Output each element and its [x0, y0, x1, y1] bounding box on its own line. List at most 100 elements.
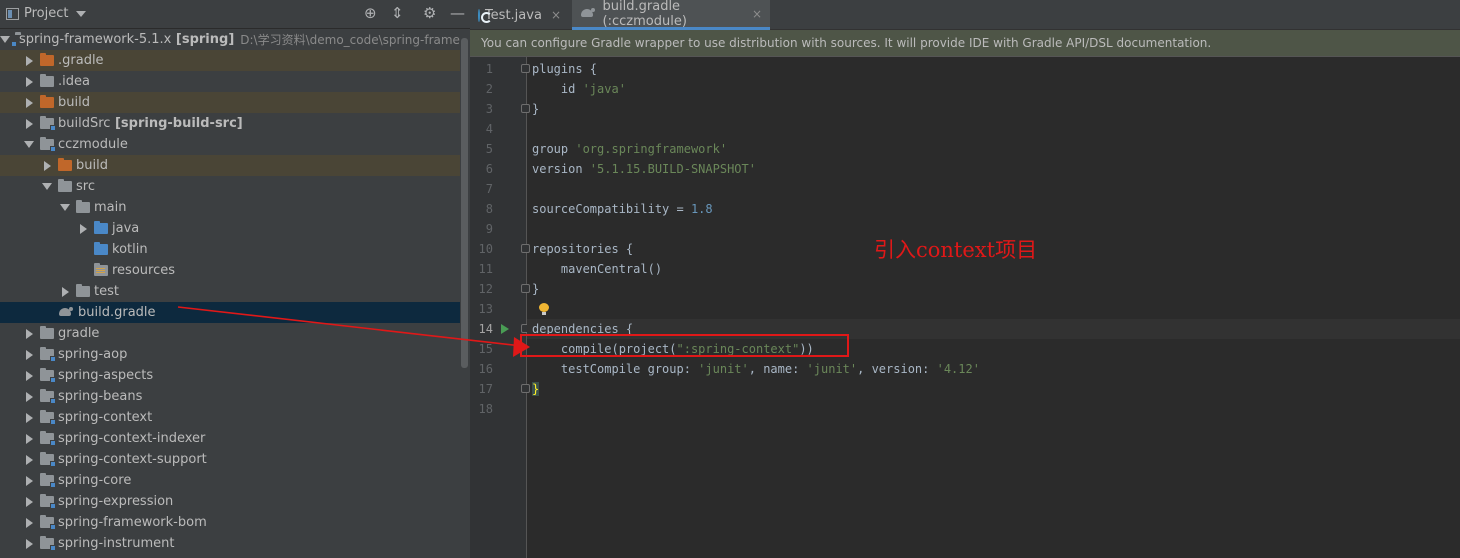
expanded-arrow-icon[interactable]: [59, 202, 71, 214]
module-folder-icon: [40, 431, 56, 446]
module-folder-icon: [40, 536, 56, 551]
run-gutter-icon[interactable]: [501, 324, 509, 334]
collapsed-arrow-icon[interactable]: [23, 433, 35, 445]
module-folder-icon: [40, 515, 56, 530]
tab-test-java[interactable]: Test.java ×: [470, 0, 569, 30]
tree-item[interactable]: spring-framework-5.1.x [spring] D:\学习资料\d…: [0, 29, 470, 50]
code-line: id 'java': [532, 79, 626, 99]
editor-gutter[interactable]: 1 2 3 4 5 6 7 8 9 10 11 12 13 14 15 16 17 18: [470, 57, 530, 558]
tree-item[interactable]: resources: [0, 260, 470, 281]
tree-item[interactable]: spring-beans: [0, 386, 470, 407]
tree-item[interactable]: .idea: [0, 71, 470, 92]
collapse-icon[interactable]: ⇕: [391, 6, 404, 21]
tree-item-label: .idea: [58, 74, 90, 89]
tree-item[interactable]: gradle: [0, 323, 470, 344]
java-class-icon: [478, 8, 492, 23]
project-scrollbar[interactable]: [460, 29, 470, 558]
code-line: plugins {: [532, 59, 597, 79]
tree-item[interactable]: spring-aspects: [0, 365, 470, 386]
collapsed-arrow-icon[interactable]: [23, 349, 35, 361]
collapsed-arrow-icon[interactable]: [23, 328, 35, 340]
intention-bulb-icon[interactable]: [539, 303, 549, 315]
tree-item-label: spring-expression: [58, 494, 174, 509]
tree-item-label: src: [76, 179, 95, 194]
collapsed-arrow-icon[interactable]: [77, 223, 89, 235]
tree-item-label: spring-context: [58, 410, 153, 425]
collapsed-arrow-icon[interactable]: [23, 55, 35, 67]
line-number: 14: [478, 322, 493, 336]
project-path-hint: D:\学习资料\demo_code\spring-framework-5.1.x: [240, 33, 470, 47]
collapsed-arrow-icon[interactable]: [23, 76, 35, 88]
folder-icon: [94, 242, 108, 255]
folder-icon: [40, 95, 54, 108]
collapsed-arrow-icon[interactable]: [23, 118, 35, 130]
module-badge-icon: [50, 461, 56, 467]
collapsed-arrow-icon[interactable]: [23, 454, 35, 466]
tree-item[interactable]: main: [0, 197, 470, 218]
line-number: 17: [478, 382, 493, 396]
tree-item[interactable]: kotlin: [0, 239, 470, 260]
tree-item-label: spring-aop: [58, 347, 128, 362]
locate-icon[interactable]: ⊕: [364, 6, 377, 21]
module-badge-icon: [50, 125, 56, 131]
expanded-arrow-icon[interactable]: [0, 34, 10, 46]
module-badge-icon: [50, 356, 56, 362]
folder-icon: [40, 326, 54, 339]
line-number: 7: [485, 182, 493, 196]
code-token: group: [532, 142, 576, 156]
code-token: 1.8: [690, 202, 713, 216]
close-icon[interactable]: ×: [551, 8, 561, 22]
tree-item[interactable]: test: [0, 281, 470, 302]
code-token: testCompile group:: [532, 362, 699, 376]
collapsed-arrow-icon[interactable]: [23, 496, 35, 508]
tree-item[interactable]: spring-context-indexer: [0, 428, 470, 449]
folder-icon: [40, 53, 54, 66]
tree-item-label: build: [76, 158, 108, 173]
code-editor[interactable]: plugins { id 'java'} group 'org.springfra…: [527, 57, 1460, 558]
folder-icon: [76, 284, 90, 297]
expanded-arrow-icon[interactable]: [23, 139, 35, 151]
tree-item-label: java: [112, 221, 140, 236]
tree-item[interactable]: spring-context-support: [0, 449, 470, 470]
line-number: 4: [485, 122, 493, 136]
tree-item[interactable]: cczmodule: [0, 134, 470, 155]
gear-icon[interactable]: ⚙: [423, 6, 436, 21]
collapsed-arrow-icon[interactable]: [23, 370, 35, 382]
tree-item[interactable]: build: [0, 92, 470, 113]
close-icon[interactable]: ×: [752, 7, 762, 21]
expanded-arrow-icon[interactable]: [41, 181, 53, 193]
tree-item[interactable]: spring-framework-bom: [0, 512, 470, 533]
tree-item[interactable]: src: [0, 176, 470, 197]
tree-item[interactable]: spring-core: [0, 470, 470, 491]
tree-item[interactable]: spring-aop: [0, 344, 470, 365]
tree-item[interactable]: spring-expression: [0, 491, 470, 512]
collapsed-arrow-icon[interactable]: [23, 475, 35, 487]
project-view-selector[interactable]: Project: [6, 6, 87, 21]
collapsed-arrow-icon[interactable]: [41, 160, 53, 172]
tree-item[interactable]: .gradle: [0, 50, 470, 71]
tree-item[interactable]: java: [0, 218, 470, 239]
tree-item[interactable]: spring-context: [0, 407, 470, 428]
tree-item[interactable]: buildSrc [spring-build-src]: [0, 113, 470, 134]
tree-item-label: spring-framework-bom: [58, 515, 207, 530]
line-number: 6: [485, 162, 493, 176]
tree-item[interactable]: spring-instrument: [0, 533, 470, 554]
hide-icon[interactable]: —: [450, 6, 465, 21]
collapsed-arrow-icon[interactable]: [23, 517, 35, 529]
tab-build-gradle[interactable]: build.gradle (:cczmodule) ×: [572, 0, 770, 30]
line-number: 13: [478, 302, 493, 316]
collapsed-arrow-icon[interactable]: [23, 391, 35, 403]
gradle-notification-banner[interactable]: You can configure Gradle wrapper to use …: [470, 30, 1460, 57]
tree-item-label: spring-aspects: [58, 368, 154, 383]
tree-item[interactable]: build: [0, 155, 470, 176]
collapsed-arrow-icon[interactable]: [59, 286, 71, 298]
scrollbar-thumb[interactable]: [461, 38, 468, 368]
line-number: 9: [485, 222, 493, 236]
collapsed-arrow-icon[interactable]: [23, 97, 35, 109]
tree-item[interactable]: build.gradle: [0, 302, 470, 323]
collapsed-arrow-icon[interactable]: [23, 412, 35, 424]
line-number: 5: [485, 142, 493, 156]
collapsed-arrow-icon[interactable]: [23, 538, 35, 550]
tree-item-label: spring-beans: [58, 389, 143, 404]
tree-item-label: .gradle: [58, 53, 104, 68]
